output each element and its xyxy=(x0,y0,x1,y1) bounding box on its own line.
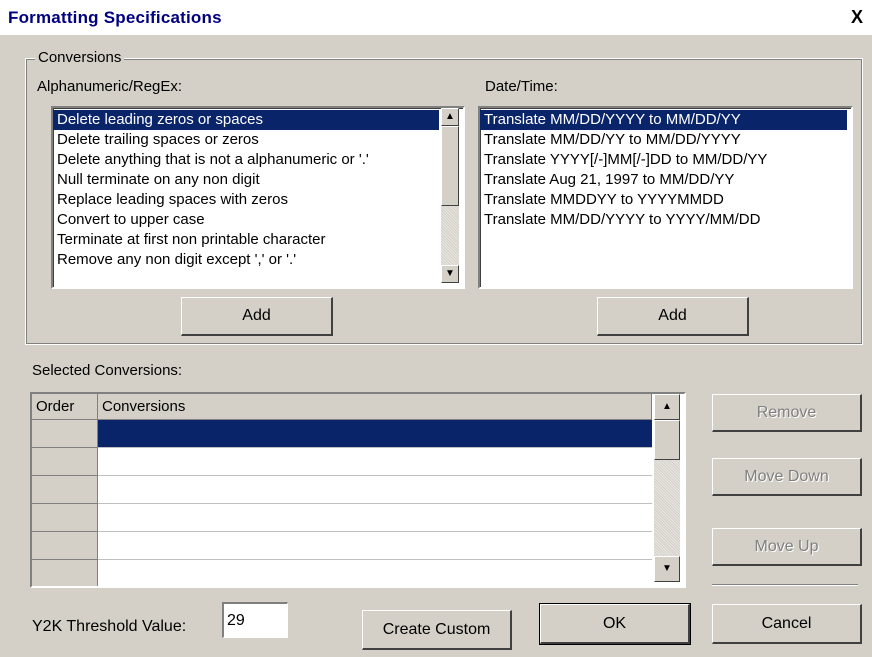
grid-scrollbar[interactable]: ▲ ▼ xyxy=(654,394,680,582)
alphanumeric-list-item[interactable]: Delete anything that is not a alphanumer… xyxy=(53,150,439,170)
datetime-listbox[interactable]: Translate MM/DD/YYYY to MM/DD/YY Translat… xyxy=(478,106,853,289)
column-header-order[interactable]: Order xyxy=(32,394,98,420)
datetime-label: Date/Time: xyxy=(485,78,558,95)
selected-conversions-label: Selected Conversions: xyxy=(32,362,183,379)
alphanumeric-list-item[interactable]: Convert to upper case xyxy=(53,210,439,230)
move-down-button[interactable]: Move Down xyxy=(712,458,862,496)
row-header[interactable] xyxy=(32,532,98,560)
column-header-conversions[interactable]: Conversions xyxy=(98,394,652,420)
table-row[interactable] xyxy=(98,476,652,504)
scroll-thumb[interactable] xyxy=(441,126,459,206)
close-icon[interactable]: X xyxy=(846,6,868,28)
y2k-threshold-input[interactable] xyxy=(222,602,288,638)
alphanumeric-list-item[interactable]: Remove any non digit except ',' or '.' xyxy=(53,250,439,270)
row-header[interactable] xyxy=(32,560,98,586)
row-header[interactable] xyxy=(32,476,98,504)
scroll-up-icon[interactable]: ▲ xyxy=(441,108,459,126)
datetime-list-item[interactable]: Translate YYYY[/-]MM[/-]DD to MM/DD/YY xyxy=(480,150,847,170)
table-row[interactable] xyxy=(98,560,652,586)
alphanumeric-scrollbar[interactable]: ▲ ▼ xyxy=(441,108,459,283)
ok-button[interactable]: OK xyxy=(539,603,691,645)
table-row[interactable] xyxy=(98,448,652,476)
datetime-add-button[interactable]: Add xyxy=(597,297,749,336)
move-up-button[interactable]: Move Up xyxy=(712,528,862,566)
window-title: Formatting Specifications xyxy=(8,8,222,27)
scroll-down-icon[interactable]: ▼ xyxy=(654,556,680,582)
scroll-down-icon[interactable]: ▼ xyxy=(441,265,459,283)
table-row[interactable] xyxy=(98,504,652,532)
scroll-thumb[interactable] xyxy=(654,420,680,460)
cancel-button[interactable]: Cancel xyxy=(712,604,862,644)
datetime-list-item[interactable]: Translate MM/DD/YYYY to MM/DD/YY xyxy=(480,110,847,130)
alphanumeric-list-item[interactable]: Replace leading spaces with zeros xyxy=(53,190,439,210)
alphanumeric-add-button[interactable]: Add xyxy=(181,297,333,336)
alphanumeric-list-item[interactable]: Delete leading zeros or spaces xyxy=(53,110,439,130)
alphanumeric-list-item[interactable]: Terminate at first non printable charact… xyxy=(53,230,439,250)
remove-button[interactable]: Remove xyxy=(712,394,862,432)
create-custom-button[interactable]: Create Custom xyxy=(362,610,512,650)
formatting-specifications-dialog: Formatting Specifications X Conversions … xyxy=(0,0,872,657)
title-bar[interactable]: Formatting Specifications X xyxy=(0,0,872,35)
alphanumeric-listbox[interactable]: Delete leading zeros or spaces Delete tra… xyxy=(51,106,465,289)
table-row[interactable] xyxy=(98,420,652,448)
separator xyxy=(712,584,858,586)
row-header[interactable] xyxy=(32,448,98,476)
datetime-list-item[interactable]: Translate MMDDYY to YYYYMMDD xyxy=(480,190,847,210)
datetime-list-item[interactable]: Translate MM/DD/YY to MM/DD/YYYY xyxy=(480,130,847,150)
y2k-threshold-label: Y2K Threshold Value: xyxy=(32,618,187,635)
datetime-list-item[interactable]: Translate Aug 21, 1997 to MM/DD/YY xyxy=(480,170,847,190)
scroll-up-icon[interactable]: ▲ xyxy=(654,394,680,420)
table-row[interactable] xyxy=(98,532,652,560)
alphanumeric-list-item[interactable]: Delete trailing spaces or zeros xyxy=(53,130,439,150)
alphanumeric-list-item[interactable]: Null terminate on any non digit xyxy=(53,170,439,190)
conversions-legend: Conversions xyxy=(35,49,125,66)
alphanumeric-label: Alphanumeric/RegEx: xyxy=(37,78,183,95)
selected-conversions-grid[interactable]: Order Conversions ▲ ▼ xyxy=(30,392,686,588)
row-header[interactable] xyxy=(32,420,98,448)
row-header[interactable] xyxy=(32,504,98,532)
datetime-list-item[interactable]: Translate MM/DD/YYYY to YYYY/MM/DD xyxy=(480,210,847,230)
